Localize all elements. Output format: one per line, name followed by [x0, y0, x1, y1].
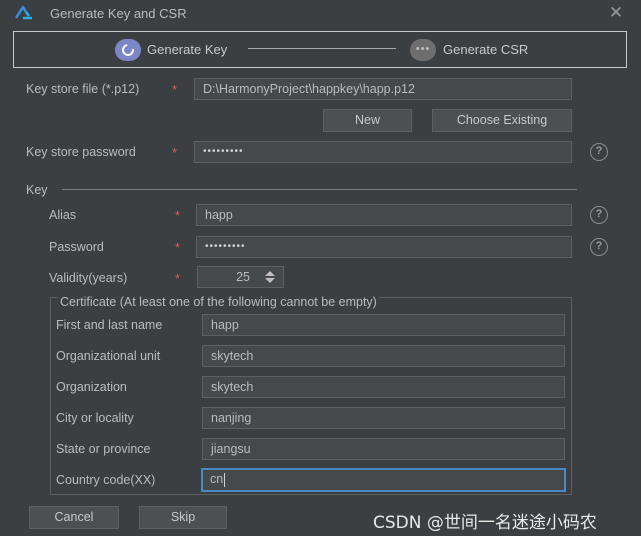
validity-stepper[interactable] [258, 266, 284, 288]
cert-label-organization: Organization [56, 380, 127, 394]
required-marker: * [175, 240, 181, 255]
required-marker: * [175, 271, 181, 286]
step-generate-csr-icon: ••• [410, 39, 436, 61]
key-password-help-icon[interactable]: ? [590, 238, 608, 256]
alias-help-icon[interactable]: ? [590, 206, 608, 224]
validity-label: Validity(years) [49, 271, 128, 285]
cert-label-country: Country code(XX) [56, 473, 156, 487]
cert-organization-input[interactable]: skytech [202, 376, 565, 398]
text-caret [224, 472, 226, 487]
steps-bar [13, 31, 627, 68]
skip-button[interactable]: Skip [139, 506, 227, 529]
close-icon[interactable]: ✕ [606, 3, 626, 23]
cert-country-input[interactable]: cn [201, 468, 566, 492]
key-section-divider [62, 189, 577, 190]
step-generate-csr-label: Generate CSR [443, 42, 529, 57]
step-generate-key-icon [115, 39, 141, 61]
validity-input[interactable]: 25 [197, 266, 259, 288]
csdn-watermark: CSDN @世间一名迷途小码农 [373, 513, 597, 533]
certificate-group-title: Certificate (At least one of the followi… [58, 295, 379, 309]
keystore-file-label: Key store file (*.p12) [26, 82, 140, 96]
window-title: Generate Key and CSR [50, 6, 187, 21]
required-marker: * [172, 145, 178, 160]
alias-input[interactable]: happ [196, 204, 572, 226]
cert-name-input[interactable]: happ [202, 314, 565, 336]
cert-label-org-unit: Organizational unit [56, 349, 161, 363]
required-marker: * [172, 82, 178, 97]
steps-connector [248, 48, 396, 49]
cert-city-input[interactable]: nanjing [202, 407, 565, 429]
key-password-input[interactable]: ••••••••• [196, 236, 572, 258]
cert-label-city: City or locality [56, 411, 134, 425]
stepper-up-icon[interactable] [265, 271, 275, 276]
cert-org-unit-input[interactable]: skytech [202, 345, 565, 367]
keystore-password-label: Key store password [26, 145, 136, 159]
new-button[interactable]: New [323, 109, 412, 132]
keystore-file-input[interactable]: D:\HarmonyProject\happkey\happ.p12 [194, 78, 572, 100]
key-password-label: Password [49, 240, 104, 254]
deveco-logo-icon [14, 5, 32, 20]
cancel-button[interactable]: Cancel [29, 506, 119, 529]
stepper-down-icon[interactable] [265, 278, 275, 283]
keystore-password-input[interactable]: ••••••••• [194, 141, 572, 163]
step-generate-key-label: Generate Key [147, 42, 228, 57]
cert-state-input[interactable]: jiangsu [202, 438, 565, 460]
choose-existing-button[interactable]: Choose Existing [432, 109, 572, 132]
cert-label-name: First and last name [56, 318, 163, 332]
key-section-label: Key [26, 183, 48, 197]
cert-country-value: cn [210, 472, 224, 486]
keystore-password-help-icon[interactable]: ? [590, 143, 608, 161]
alias-label: Alias [49, 208, 77, 222]
cert-label-state: State or province [56, 442, 151, 456]
required-marker: * [175, 208, 181, 223]
